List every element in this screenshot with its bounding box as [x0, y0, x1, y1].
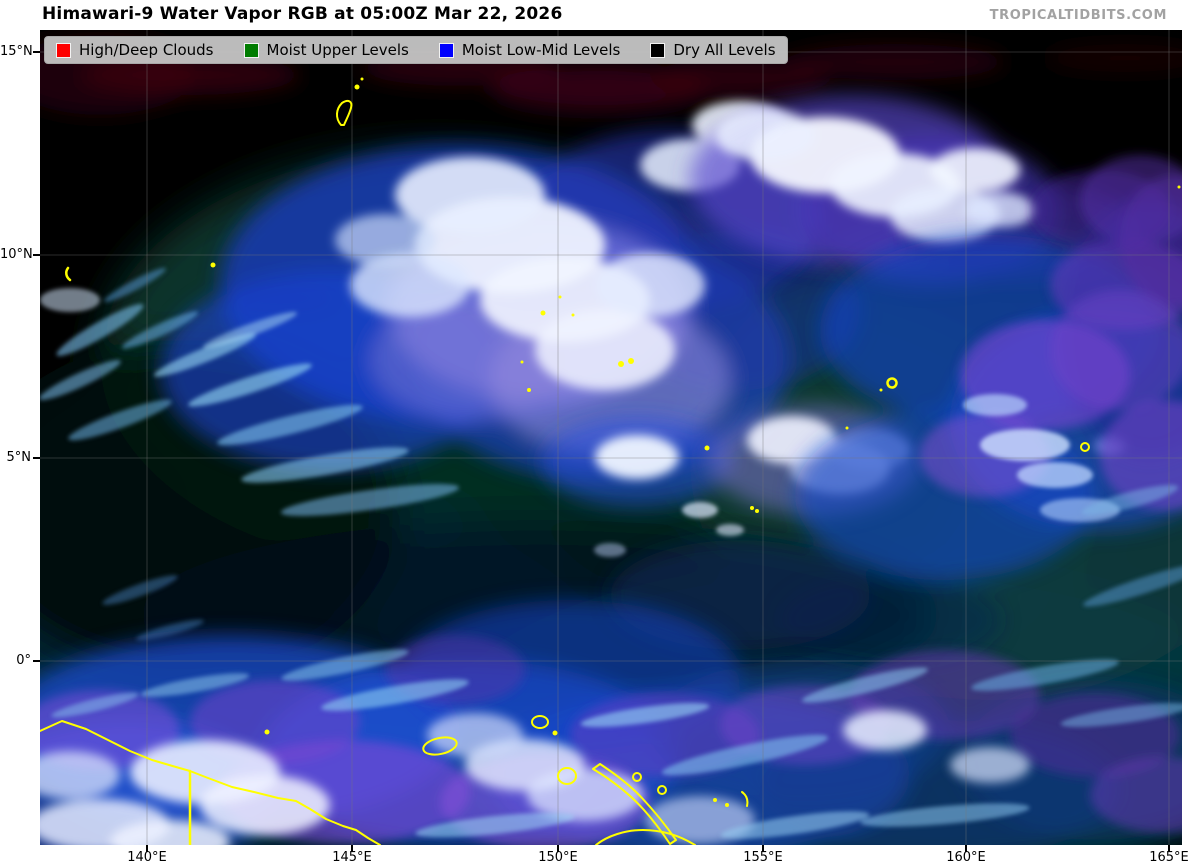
legend-swatch-blue: [438, 42, 454, 58]
axis-tick: [33, 51, 40, 53]
axis-tick: [351, 845, 353, 852]
x-axis-label: 155°E: [743, 850, 783, 865]
satellite-map: High/Deep Clouds Moist Upper Levels Mois…: [40, 30, 1182, 845]
axis-tick: [557, 845, 559, 852]
axis-tick: [146, 845, 148, 852]
axis-tick: [762, 845, 764, 852]
x-axis-label: 145°E: [332, 850, 372, 865]
legend-item-dry: Dry All Levels: [650, 41, 776, 59]
legend-label: High/Deep Clouds: [79, 41, 214, 59]
legend-item-moist-upper: Moist Upper Levels: [243, 41, 409, 59]
axis-tick: [33, 254, 40, 256]
legend-label: Dry All Levels: [673, 41, 776, 59]
y-axis-label: 10°N: [0, 247, 33, 262]
satellite-imagery: [40, 30, 1182, 845]
x-axis-label: 150°E: [538, 850, 578, 865]
page-title: Himawari-9 Water Vapor RGB at 05:00Z Mar…: [42, 4, 563, 24]
y-axis-label: 15°N: [0, 44, 33, 59]
map-legend: High/Deep Clouds Moist Upper Levels Mois…: [44, 36, 788, 64]
legend-item-moist-lowmid: Moist Low-Mid Levels: [438, 41, 621, 59]
weather-map-page: Himawari-9 Water Vapor RGB at 05:00Z Mar…: [0, 0, 1200, 867]
legend-label: Moist Low-Mid Levels: [461, 41, 621, 59]
axis-tick: [1168, 845, 1170, 852]
x-axis-label: 165°E: [1149, 850, 1189, 865]
legend-swatch-green: [243, 42, 259, 58]
y-axis-label: 5°N: [6, 450, 32, 465]
axis-tick: [33, 660, 40, 662]
legend-swatch-black: [650, 42, 666, 58]
legend-swatch-red: [56, 42, 71, 58]
axis-tick: [33, 457, 40, 459]
x-axis-label: 140°E: [127, 850, 167, 865]
legend-item-high-deep-clouds: High/Deep Clouds: [56, 41, 214, 59]
axis-tick: [965, 845, 967, 852]
site-watermark: TROPICALTIDBITS.COM: [989, 8, 1167, 23]
x-axis-label: 160°E: [946, 850, 986, 865]
legend-label: Moist Upper Levels: [266, 41, 409, 59]
y-axis-label: 0°: [16, 653, 31, 668]
